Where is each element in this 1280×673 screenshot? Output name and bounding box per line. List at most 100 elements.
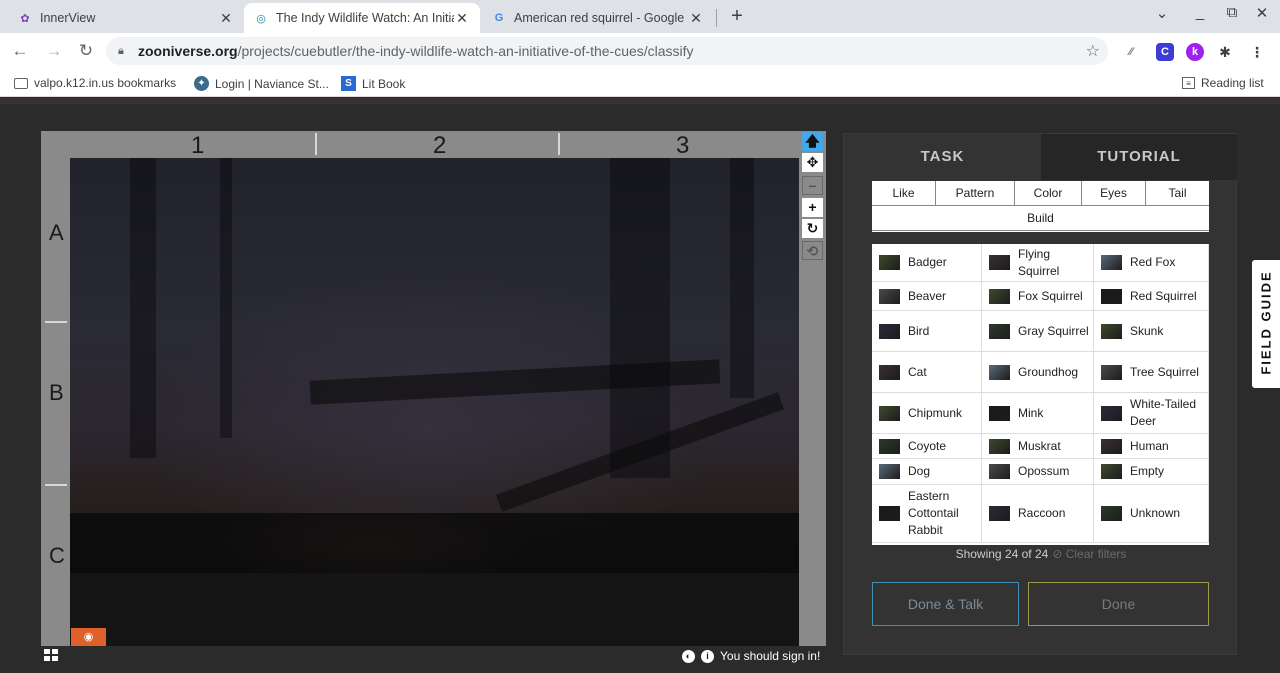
species-option[interactable]: Red Squirrel	[1094, 282, 1209, 311]
species-thumbnail	[879, 288, 900, 304]
showing-text: Showing 24 of 24	[955, 547, 1049, 561]
browser-menu-icon[interactable]: ⋮	[1248, 43, 1266, 61]
species-name: Cat	[908, 364, 927, 379]
species-name: Unknown	[1130, 506, 1181, 520]
species-thumbnail	[1101, 405, 1122, 421]
tab-tutorial[interactable]: TUTORIAL	[1041, 134, 1237, 180]
hide-annotations-button[interactable]: ◉	[71, 628, 106, 646]
filter-color[interactable]: Color	[1015, 181, 1082, 206]
species-option[interactable]: Red Fox	[1094, 244, 1209, 282]
species-option[interactable]: White-Tailed Deer	[1094, 393, 1209, 434]
species-name: Skunk	[1130, 323, 1164, 338]
google-icon: G	[494, 12, 504, 24]
contrast-icon[interactable]: ◐	[682, 649, 695, 663]
tree-trunk	[130, 158, 156, 458]
zoom-out-button[interactable]: −	[802, 176, 823, 195]
reset-button[interactable]: ⟲	[802, 241, 823, 260]
extension-c-icon[interactable]: C	[1156, 43, 1174, 61]
species-option[interactable]: Chipmunk	[872, 393, 982, 434]
sign-in-notice: ◐ i You should sign in!	[682, 649, 820, 663]
address-bar[interactable]: 🔒︎ zooniverse.org/projects/cuebutler/the…	[106, 37, 1108, 65]
litbook-icon: S	[341, 76, 356, 91]
move-tool[interactable]: ✥	[802, 153, 823, 172]
species-option[interactable]: Badger	[872, 244, 982, 282]
rotate-button[interactable]: ↻	[802, 219, 823, 238]
species-name: White-Tailed Deer	[1130, 397, 1197, 428]
tab-task[interactable]: TASK	[844, 134, 1041, 180]
species-option[interactable]: Human	[1094, 434, 1209, 459]
species-thumbnail	[989, 288, 1010, 304]
species-thumbnail	[879, 405, 900, 421]
species-option[interactable]: Coyote	[872, 434, 982, 459]
forward-icon[interactable]: →	[44, 41, 64, 61]
species-option[interactable]: Mink	[982, 393, 1094, 434]
close-tab-icon[interactable]: ✕	[688, 10, 704, 27]
filter-tail[interactable]: Tail	[1146, 181, 1209, 206]
species-option[interactable]: Muskrat	[982, 434, 1094, 459]
species-option[interactable]: Gray Squirrel	[982, 311, 1094, 352]
reload-icon[interactable]: ↻	[76, 41, 96, 61]
extension-k-icon[interactable]: k	[1186, 43, 1204, 61]
species-option[interactable]: Unknown	[1094, 485, 1209, 543]
restore-icon[interactable]: ⧉	[1222, 4, 1242, 21]
bookmark-valpo[interactable]: valpo.k12.in.us bookmarks	[14, 76, 176, 90]
zooniverse-icon: ◎	[256, 12, 266, 25]
bookmark-litbook[interactable]: S Lit Book	[341, 76, 405, 91]
tab-title: American red squirrel - Google Se	[514, 11, 688, 25]
tab-google[interactable]: G American red squirrel - Google Se ✕	[482, 3, 714, 33]
done-and-talk-button[interactable]: Done & Talk	[872, 582, 1019, 626]
new-tab-button[interactable]: +	[726, 4, 748, 30]
extensions-puzzle-icon[interactable]: ✱	[1216, 43, 1234, 61]
species-option[interactable]: Raccoon	[982, 485, 1094, 543]
pointer-tool[interactable]: 🡅	[802, 132, 823, 151]
species-thumbnail	[989, 255, 1010, 270]
close-tab-icon[interactable]: ✕	[454, 10, 470, 27]
bookmark-label: valpo.k12.in.us bookmarks	[34, 76, 177, 90]
grid-row-label: C	[49, 543, 65, 568]
tab-zooniverse[interactable]: ◎ The Indy Wildlife Watch: An Initia ✕	[244, 3, 480, 33]
bookmark-naviance[interactable]: ✦ Login | Naviance St...	[194, 76, 329, 91]
filter-like[interactable]: Like	[872, 181, 936, 206]
close-window-icon[interactable]: ✕	[1252, 4, 1272, 22]
zoom-in-button[interactable]: +	[802, 198, 823, 217]
species-option[interactable]: Beaver	[872, 282, 982, 311]
grid-tick	[558, 133, 560, 155]
species-option[interactable]: Fox Squirrel	[982, 282, 1094, 311]
grid-tick	[45, 321, 67, 323]
back-icon[interactable]: ←	[10, 41, 30, 61]
species-thumbnail	[1101, 288, 1122, 304]
species-option[interactable]: Groundhog	[982, 352, 1094, 393]
camera-trap-image[interactable]	[70, 158, 799, 646]
filter-bar: Like Pattern Color Eyes Tail Build	[872, 181, 1209, 232]
filter-eyes[interactable]: Eyes	[1082, 181, 1146, 206]
innerview-icon: ✿	[20, 12, 30, 25]
sign-in-text[interactable]: You should sign in!	[720, 649, 820, 663]
clear-filters-link[interactable]: ⊘ Clear filters	[1052, 547, 1126, 561]
layout-grid-icon[interactable]	[44, 649, 58, 661]
species-name: Flying Squirrel	[1018, 246, 1060, 278]
minimize-icon[interactable]: _	[1190, 4, 1210, 21]
species-option[interactable]: Bird	[872, 311, 982, 352]
close-tab-icon[interactable]: ✕	[218, 10, 234, 27]
reading-list-button[interactable]: ≡ Reading list	[1182, 76, 1264, 90]
species-option[interactable]: Flying Squirrel	[982, 244, 1094, 282]
species-thumbnail	[1101, 438, 1122, 454]
species-option[interactable]: Opossum	[982, 459, 1094, 485]
bookmark-star-icon[interactable]: ☆	[1086, 41, 1100, 61]
species-thumbnail	[989, 438, 1010, 454]
species-option[interactable]: Empty	[1094, 459, 1209, 485]
tab-search-icon[interactable]: ⌄	[1152, 4, 1172, 22]
info-icon[interactable]: i	[701, 649, 714, 663]
filter-build[interactable]: Build	[872, 206, 1209, 231]
field-guide-button[interactable]: FIELD GUIDE	[1252, 260, 1280, 388]
species-option[interactable]: Dog	[872, 459, 982, 485]
extension-icon[interactable]: ⁄⁄	[1122, 43, 1140, 61]
tab-innerview[interactable]: ✿ InnerView ✕	[8, 3, 244, 33]
species-option[interactable]: Eastern Cottontail Rabbit	[872, 485, 982, 543]
filter-pattern[interactable]: Pattern	[936, 181, 1015, 206]
species-thumbnail	[989, 506, 1010, 521]
species-option[interactable]: Cat	[872, 352, 982, 393]
species-option[interactable]: Tree Squirrel	[1094, 352, 1209, 393]
species-option[interactable]: Skunk	[1094, 311, 1209, 352]
done-button[interactable]: Done	[1028, 582, 1209, 626]
